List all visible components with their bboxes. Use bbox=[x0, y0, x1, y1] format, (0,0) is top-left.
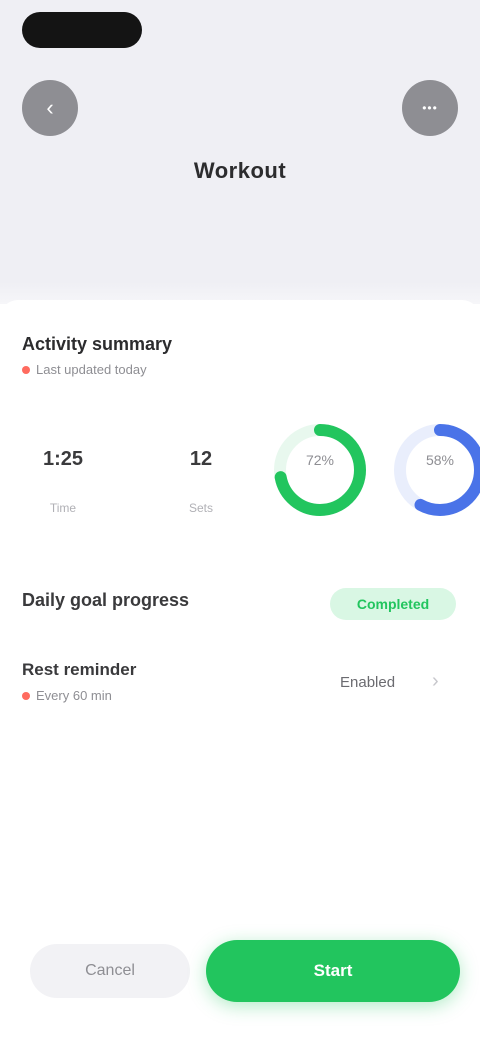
chevron-right-icon[interactable]: › bbox=[432, 670, 439, 693]
stat-value: 12 bbox=[189, 448, 213, 470]
stat-value: 1:25 bbox=[42, 448, 84, 470]
rest-subtitle: Every 60 min bbox=[22, 688, 112, 703]
chevron-left-icon: ‹ bbox=[46, 95, 54, 120]
goal-label: Daily goal progress bbox=[22, 590, 190, 610]
exercise-ring-text: 58% bbox=[425, 452, 455, 468]
rest-subtitle-text: Every 60 min bbox=[36, 688, 112, 703]
move-ring-text: 72% bbox=[305, 452, 335, 468]
stat-sets: 12 Sets bbox=[146, 448, 256, 515]
cancel-button[interactable]: Cancel bbox=[30, 944, 190, 998]
move-ring bbox=[274, 424, 366, 516]
status-dot-icon bbox=[22, 691, 30, 700]
summary-subtitle-text: Last updated today bbox=[36, 362, 147, 377]
stat-label: Time bbox=[49, 501, 77, 515]
top-section: ‹ ••• Workout bbox=[0, 0, 480, 300]
more-button[interactable]: ••• bbox=[402, 80, 458, 136]
summary-subtitle: Last updated today bbox=[22, 362, 147, 377]
start-button[interactable]: Start bbox=[206, 940, 460, 1002]
page-title: Workout bbox=[193, 158, 287, 183]
exercise-ring bbox=[394, 424, 480, 516]
summary-title: Activity summary bbox=[22, 334, 173, 354]
goal-status-badge: Completed bbox=[330, 588, 456, 620]
rest-label: Rest reminder bbox=[22, 660, 137, 679]
stat-label: Sets bbox=[188, 501, 213, 515]
stat-time: 1:25 Time bbox=[8, 448, 118, 515]
status-dot-icon bbox=[22, 365, 30, 374]
status-pill bbox=[22, 12, 142, 48]
rest-value[interactable]: Enabled bbox=[340, 674, 395, 691]
more-icon: ••• bbox=[422, 101, 438, 115]
back-button[interactable]: ‹ bbox=[22, 80, 78, 136]
